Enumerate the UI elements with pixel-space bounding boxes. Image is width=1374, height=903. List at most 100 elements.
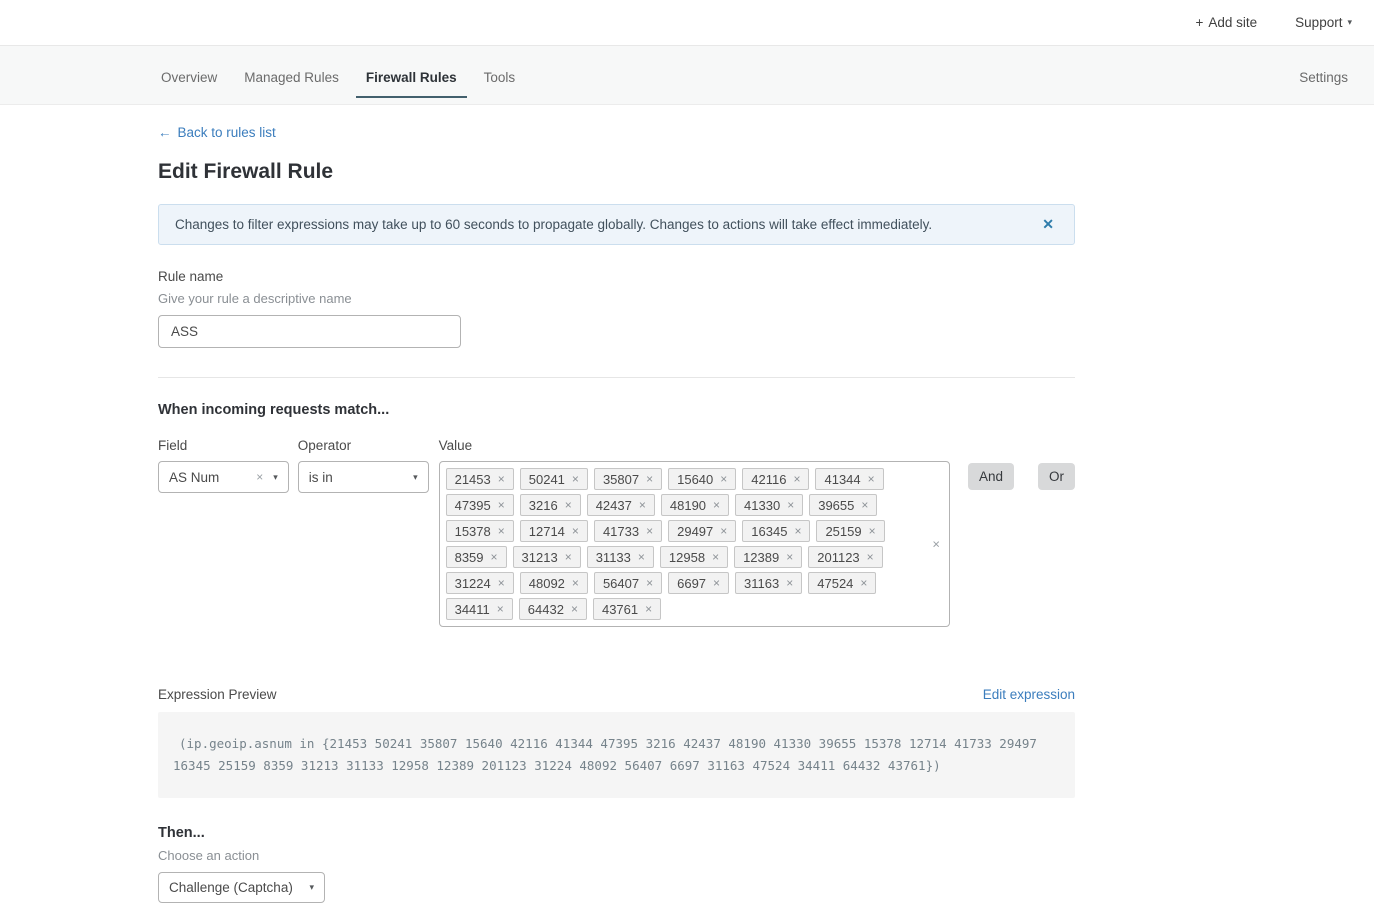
add-site-label: Add site [1208,15,1257,30]
remove-tag-icon[interactable]: × [787,498,794,512]
tab-settings[interactable]: Settings [1289,58,1358,98]
operator-label: Operator [298,438,429,453]
value-tag[interactable]: 31163× [735,572,802,594]
remove-tag-icon[interactable]: × [868,472,875,486]
value-tag[interactable]: 42116× [742,468,809,490]
remove-tag-icon[interactable]: × [793,472,800,486]
remove-tag-icon[interactable]: × [565,498,572,512]
remove-tag-icon[interactable]: × [498,576,505,590]
tag-value: 29497 [677,524,713,539]
tab-overview[interactable]: Overview [151,58,227,98]
value-tag[interactable]: 31213× [513,546,581,568]
remove-tag-icon[interactable]: × [498,524,505,538]
value-tag[interactable]: 201123× [808,546,882,568]
clear-all-values-icon[interactable]: × [932,537,940,552]
remove-tag-icon[interactable]: × [498,472,505,486]
value-tag[interactable]: 15378 × [446,520,514,542]
remove-tag-icon[interactable]: × [565,550,572,564]
chevron-down-icon: ▾ [309,883,314,892]
remove-tag-icon[interactable]: × [713,576,720,590]
value-tag[interactable]: 42437 × [587,494,655,516]
support-menu[interactable]: Support ▾ [1295,15,1352,30]
value-tag[interactable]: 12958 × [660,546,728,568]
remove-tag-icon[interactable]: × [713,498,720,512]
remove-tag-icon[interactable]: × [572,472,579,486]
rule-name-input[interactable] [158,315,461,348]
action-select[interactable]: Challenge (Captcha) ▾ [158,872,325,903]
remove-tag-icon[interactable]: × [786,576,793,590]
value-tag[interactable]: 41330× [735,494,803,516]
back-to-rules-link[interactable]: ← Back to rules list [158,125,276,140]
value-tag[interactable]: 12714× [520,520,588,542]
value-tag[interactable]: 31224× [446,572,514,594]
remove-tag-icon[interactable]: × [645,602,652,616]
tab-firewall-rules[interactable]: Firewall Rules [356,58,467,98]
tag-value: 56407 [603,576,639,591]
remove-tag-icon[interactable]: × [646,576,653,590]
value-tag[interactable]: 12389× [734,546,802,568]
clear-field-icon[interactable]: × [256,470,263,484]
value-tag[interactable]: 48190× [661,494,729,516]
value-tag[interactable]: 43761× [593,598,661,620]
remove-tag-icon[interactable]: × [572,524,579,538]
tag-value: 42437 [596,498,632,513]
remove-tag-icon[interactable]: × [572,576,579,590]
operator-select[interactable]: is in ▾ [298,461,429,493]
remove-tag-icon[interactable]: × [571,602,578,616]
value-tag[interactable]: 15640× [668,468,736,490]
remove-tag-icon[interactable]: × [861,498,868,512]
rule-name-section: Rule name Give your rule a descriptive n… [158,269,1075,348]
value-tag[interactable]: 16345× [742,520,810,542]
tag-value: 34411 [455,602,490,617]
remove-tag-icon[interactable]: × [712,550,719,564]
value-tags-input[interactable]: 21453×50241×35807×15640×42116×41344×4739… [439,461,950,627]
and-button[interactable]: And [968,463,1014,490]
value-tag[interactable]: 39655× [809,494,877,516]
value-tag[interactable]: 3216× [520,494,581,516]
tab-tools[interactable]: Tools [474,58,526,98]
value-tag[interactable]: 29497 × [668,520,736,542]
remove-tag-icon[interactable]: × [491,550,498,564]
remove-tag-icon[interactable]: × [498,498,505,512]
tag-value: 12958 [669,550,705,565]
close-icon[interactable]: ✕ [1038,214,1058,235]
or-button[interactable]: Or [1038,463,1075,490]
back-link-label: Back to rules list [178,125,276,140]
remove-tag-icon[interactable]: × [638,550,645,564]
remove-tag-icon[interactable]: × [646,472,653,486]
value-tag[interactable]: 31133× [587,546,654,568]
remove-tag-icon[interactable]: × [639,498,646,512]
tag-value: 15378 [455,524,491,539]
match-heading: When incoming requests match... [158,402,1075,418]
value-tag[interactable]: 6697× [668,572,729,594]
chevron-down-icon: ▾ [413,473,418,482]
remove-tag-icon[interactable]: × [720,472,727,486]
tab-managed-rules[interactable]: Managed Rules [234,58,349,98]
remove-tag-icon[interactable]: × [869,524,876,538]
remove-tag-icon[interactable]: × [497,602,504,616]
value-tag[interactable]: 64432× [519,598,587,620]
value-tag[interactable]: 48092× [520,572,588,594]
value-tag[interactable]: 47524× [808,572,876,594]
value-tag[interactable]: 50241 × [520,468,588,490]
value-tag[interactable]: 41344× [815,468,883,490]
value-tag[interactable]: 41733× [594,520,662,542]
value-tag[interactable]: 25159× [816,520,884,542]
tag-value: 50241 [529,472,565,487]
remove-tag-icon[interactable]: × [786,550,793,564]
value-tag[interactable]: 35807× [594,468,662,490]
field-select[interactable]: AS Num × ▾ [158,461,289,493]
remove-tag-icon[interactable]: × [646,524,653,538]
value-tag[interactable]: 8359× [446,546,507,568]
value-tag[interactable]: 21453× [446,468,514,490]
info-banner: Changes to filter expressions may take u… [158,204,1075,245]
value-tag[interactable]: 47395× [446,494,514,516]
remove-tag-icon[interactable]: × [860,576,867,590]
value-tag[interactable]: 56407 × [594,572,662,594]
remove-tag-icon[interactable]: × [867,550,874,564]
edit-expression-link[interactable]: Edit expression [983,687,1075,702]
value-tag[interactable]: 34411 × [446,598,513,620]
add-site-button[interactable]: + Add site [1196,15,1258,30]
remove-tag-icon[interactable]: × [720,524,727,538]
remove-tag-icon[interactable]: × [794,524,801,538]
